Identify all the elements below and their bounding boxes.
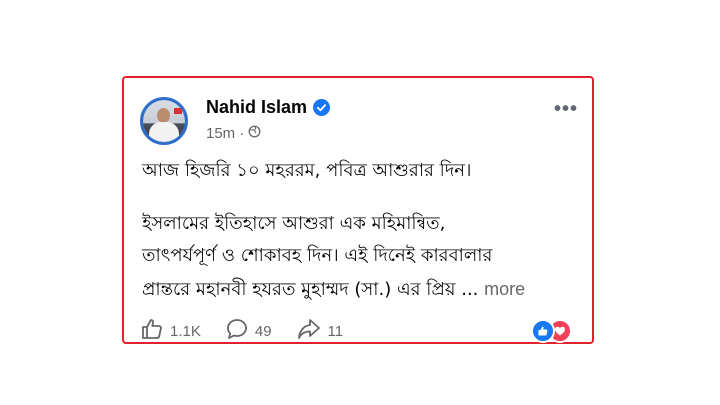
post-card: Nahid Islam 15m · ••• আজ হিজরি ১০ মহররম,… (122, 76, 594, 344)
avatar-photo (143, 100, 185, 142)
author-name[interactable]: Nahid Islam (206, 97, 307, 118)
more-options-icon[interactable]: ••• (554, 98, 578, 121)
share-button[interactable]: 11 (296, 317, 344, 345)
ellipsis: ... (461, 279, 479, 300)
like-count: 1.1K (170, 322, 201, 340)
globe-icon (248, 125, 261, 142)
post-line-2: ইসলামের ইতিহাসে আশুরা এক মহিমান্বিত, (142, 213, 446, 234)
like-button[interactable]: 1.1K (140, 317, 201, 345)
author-row: Nahid Islam (206, 97, 331, 118)
post-timestamp[interactable]: 15m (206, 125, 235, 142)
post-meta: 15m · (206, 125, 261, 142)
avatar[interactable] (140, 97, 188, 145)
post-line-1: আজ হিজরি ১০ মহররম, পবিত্র আশুরার দিন। (142, 160, 472, 181)
verified-badge-icon (313, 99, 331, 116)
share-icon (296, 317, 322, 345)
thumbs-up-icon (140, 317, 164, 345)
share-count: 11 (327, 322, 344, 340)
comment-icon (225, 317, 249, 345)
post-line-3: তাৎপর্যপূর্ণ ও শোকাবহ দিন। এই দিনেই কারব… (142, 245, 493, 266)
reaction-summary[interactable] (531, 319, 572, 343)
comment-button[interactable]: 49 (225, 317, 272, 345)
post-line-4: প্রান্তরে মহানবী হযরত মুহাম্মদ (সা.) এর … (142, 279, 526, 300)
action-bar: 1.1K 49 11 (140, 317, 367, 345)
like-reaction-icon (531, 319, 555, 343)
see-more-link[interactable]: more (484, 279, 525, 299)
comment-count: 49 (254, 322, 272, 340)
